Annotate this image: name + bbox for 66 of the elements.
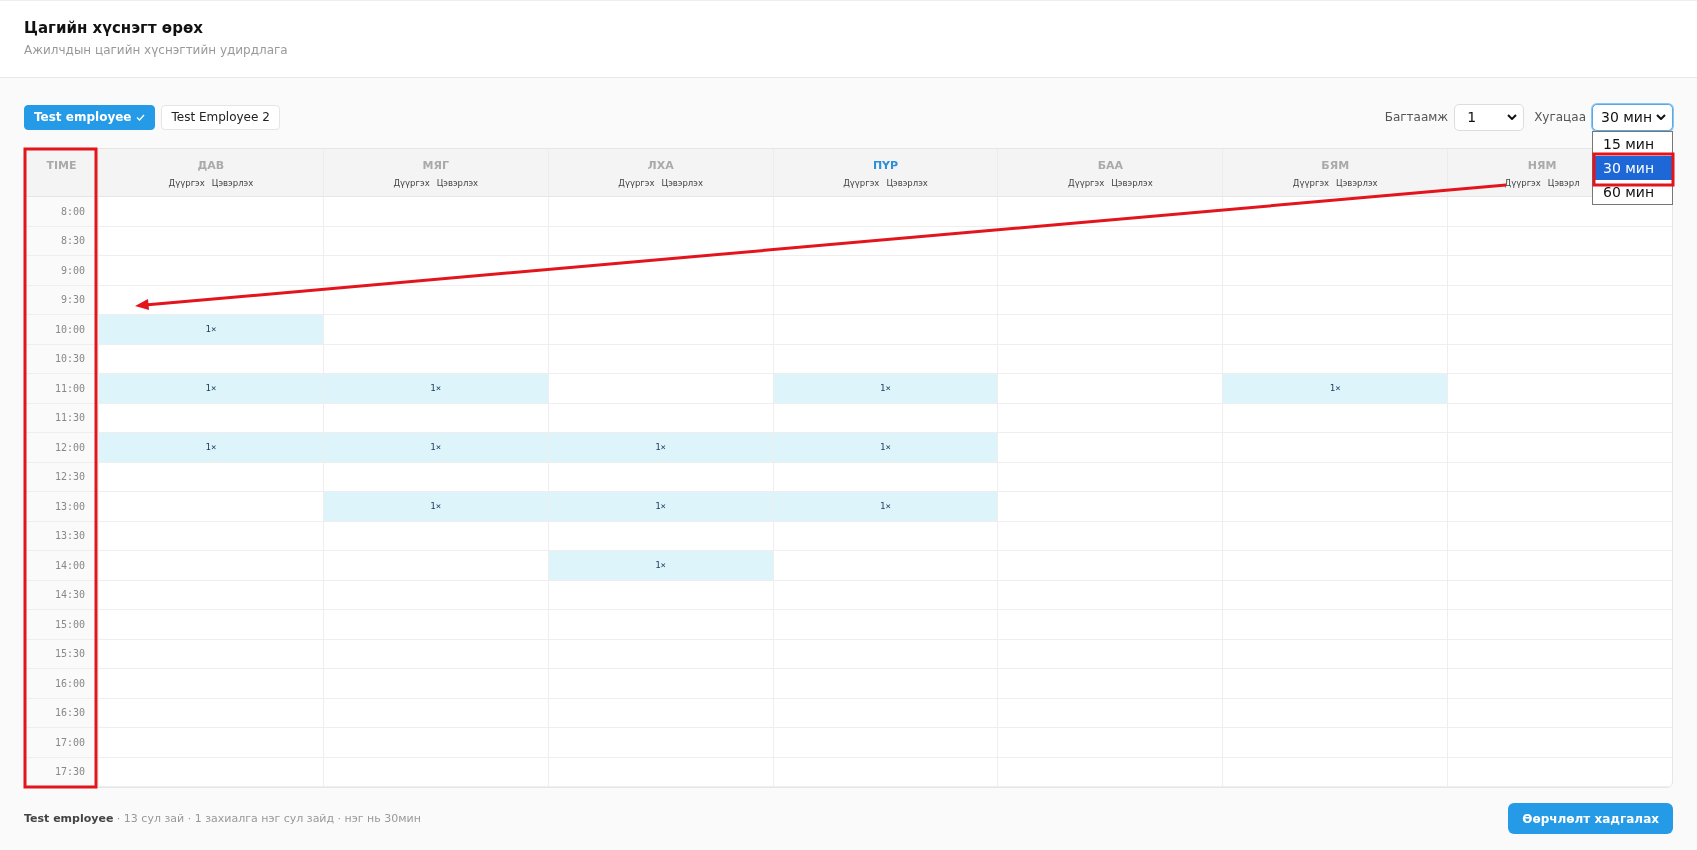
booked-slot[interactable]: 1× — [772, 492, 998, 522]
empty-slot[interactable] — [772, 226, 998, 256]
capacity-label: Багтаамж — [1384, 110, 1449, 124]
check-icon — [136, 113, 146, 121]
chevron-icon — [1656, 114, 1666, 120]
booked-slot[interactable]: 1× — [547, 492, 773, 522]
duration-label: Хугацаа — [1534, 110, 1586, 124]
page-subtitle: Ажилчдын цагийн хүснэгтийн удирдлага — [24, 43, 289, 57]
day-action-link[interactable]: Цэвэрлэх — [886, 178, 928, 188]
dropdown-option[interactable]: 15 мин — [1593, 131, 1672, 156]
time-label: 16:00 — [25, 669, 98, 699]
day-action-link[interactable]: Цэвэрлэх — [436, 178, 479, 188]
time-label: 10:00 — [25, 315, 98, 345]
day-action-link[interactable]: Цэвэрлэх — [661, 178, 703, 188]
day-header: МЯГ — [422, 159, 449, 172]
time-label: 9:00 — [25, 256, 98, 286]
day-action-link[interactable]: Дүүргэх — [1292, 178, 1330, 188]
day-action-link[interactable]: Дүүргэх — [618, 178, 655, 188]
time-label: 11:00 — [25, 374, 98, 404]
day-action-link[interactable]: Цэвэрлэх — [1336, 178, 1378, 188]
dropdown-option[interactable]: 60 мин — [1593, 179, 1672, 204]
day-action-link[interactable]: Цэвэрл — [1547, 178, 1580, 188]
day-action-link[interactable]: Дүүргэх — [393, 178, 430, 188]
time-label: 13:00 — [25, 492, 98, 522]
empty-slot[interactable] — [1222, 197, 1448, 227]
booked-slot[interactable]: 1× — [1222, 374, 1448, 404]
booked-slot[interactable]: 1× — [322, 433, 548, 463]
booked-slot[interactable]: 1× — [772, 433, 998, 463]
summary-text: Test employee · 13 сул зай · 1 захиалга нэг сул зайд · нэг нь 30мин — [24, 812, 421, 825]
day-header: ПҮР — [872, 159, 899, 172]
day-header: БАА — [1097, 159, 1124, 172]
capacity-select[interactable]: 1 — [1454, 103, 1525, 131]
empty-slot[interactable] — [997, 226, 1223, 256]
booked-slot[interactable]: 1× — [322, 374, 548, 404]
day-header: ДАВ — [197, 159, 225, 172]
time-label: 8:00 — [25, 197, 98, 227]
day-header: БЯМ — [1321, 159, 1350, 172]
empty-slot[interactable] — [322, 256, 548, 286]
day-action-link[interactable]: Дүүргэх — [168, 178, 205, 188]
empty-slot[interactable] — [547, 256, 773, 286]
empty-slot[interactable] — [997, 197, 1223, 227]
column-header: TIME — [46, 159, 77, 172]
page-title: Цагийн хүснэгт өрөх — [24, 19, 204, 37]
employee-chip[interactable]: Test Employee 2 — [161, 104, 280, 130]
time-label: 14:00 — [25, 551, 98, 581]
booked-slot[interactable]: 1× — [98, 374, 323, 404]
time-label: 12:00 — [25, 433, 98, 463]
booked-slot[interactable]: 1× — [547, 433, 773, 463]
day-header: ЛХА — [647, 159, 674, 172]
booked-slot[interactable]: 1× — [772, 374, 998, 404]
day-action-link[interactable]: Цэвэрлэх — [1111, 178, 1153, 188]
booked-slot[interactable]: 1× — [547, 551, 773, 581]
booked-slot[interactable]: 1× — [322, 492, 548, 522]
day-header: НЯМ — [1527, 159, 1557, 172]
empty-slot[interactable] — [547, 226, 773, 256]
booked-slot[interactable]: 1× — [98, 433, 323, 463]
duration-select[interactable]: 30 мин — [1592, 103, 1673, 131]
time-label: 15:00 — [25, 610, 98, 640]
day-action-link[interactable]: Цэвэрлэх — [211, 178, 254, 188]
day-action-link[interactable]: Дүүргэх — [843, 178, 880, 188]
chevron-icon — [1507, 114, 1518, 120]
time-label: 17:00 — [25, 728, 98, 758]
day-action-link[interactable]: Дүүргэх — [1068, 178, 1105, 188]
booked-slot[interactable]: 1× — [98, 315, 323, 345]
day-action-link[interactable]: Дүүргэх — [1504, 178, 1541, 188]
empty-slot[interactable] — [322, 285, 548, 315]
